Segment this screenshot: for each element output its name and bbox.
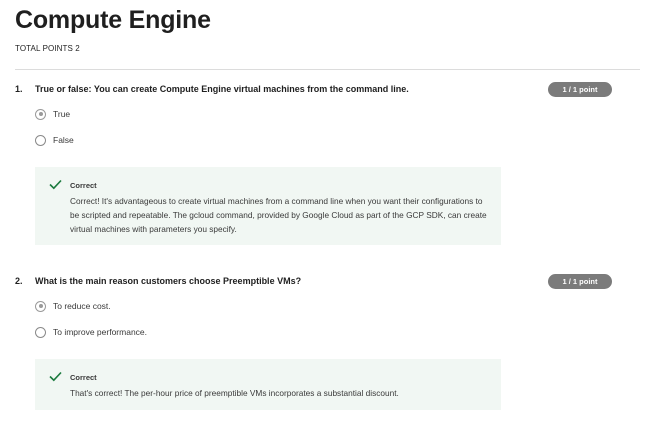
option-label: To improve performance.: [53, 327, 148, 337]
option-reduce-cost[interactable]: To reduce cost.: [35, 299, 111, 313]
question-text: What is the main reason customers choose…: [35, 276, 302, 286]
feedback-status: Correct: [70, 181, 97, 190]
feedback-text: That's correct! The per-hour price of pr…: [70, 388, 399, 398]
feedback-box: Correct Correct! It's advantageous to cr…: [35, 167, 501, 245]
radio-button-selected[interactable]: [35, 108, 46, 120]
question-text: True or false: You can create Compute En…: [35, 84, 409, 94]
points-badge: 1 / 1 point: [548, 274, 612, 289]
feedback-status: Correct: [70, 373, 97, 382]
checkmark-icon: [49, 371, 62, 382]
header-divider: [15, 69, 640, 70]
option-false[interactable]: False: [35, 133, 74, 147]
feedback-box: Correct That's correct! The per-hour pri…: [35, 359, 501, 410]
option-improve-performance[interactable]: To improve performance.: [35, 325, 147, 339]
radio-button-selected[interactable]: [35, 300, 46, 312]
question-number: 2.: [15, 276, 23, 286]
option-true[interactable]: True: [35, 107, 70, 121]
checkmark-icon: [49, 179, 62, 190]
option-label: False: [53, 135, 74, 145]
radio-button[interactable]: [35, 326, 46, 338]
option-label: To reduce cost.: [53, 301, 111, 311]
radio-button[interactable]: [35, 134, 46, 146]
page-title: Compute Engine: [15, 6, 211, 34]
total-points: TOTAL POINTS 2: [15, 44, 80, 53]
question-number: 1.: [15, 84, 23, 94]
feedback-text: Correct! It's advantageous to create vir…: [70, 196, 487, 234]
option-label: True: [53, 109, 71, 119]
points-badge: 1 / 1 point: [548, 82, 612, 97]
